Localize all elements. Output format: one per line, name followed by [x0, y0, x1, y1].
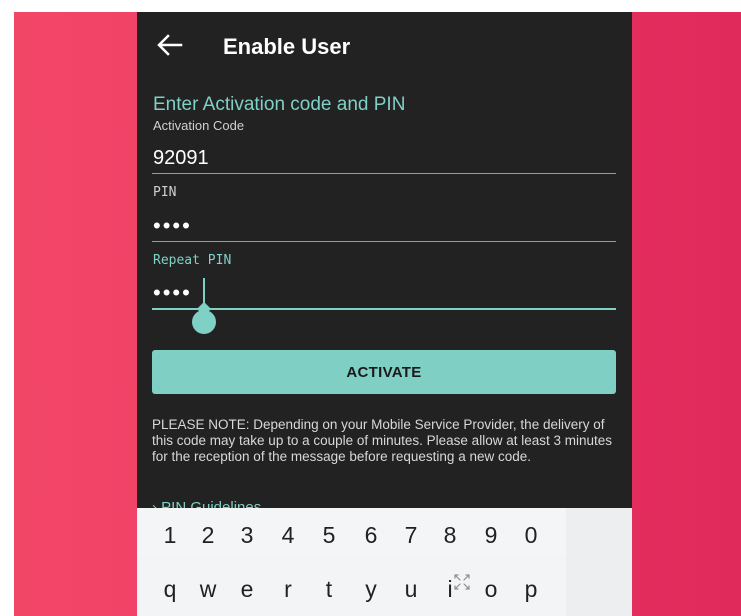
key-9[interactable]: 9: [476, 522, 506, 548]
pin-masked-value: ••••: [153, 213, 192, 238]
key-u[interactable]: u: [396, 576, 426, 602]
repeat-pin-label: Repeat PIN: [153, 253, 232, 268]
repeat-pin-underline: [152, 308, 616, 310]
key-e[interactable]: e: [232, 576, 262, 602]
key-7[interactable]: 7: [396, 522, 426, 548]
key-o[interactable]: o: [476, 576, 506, 602]
key-t[interactable]: t: [314, 576, 344, 602]
pin-underline: [152, 241, 616, 242]
key-1[interactable]: 1: [155, 522, 185, 548]
on-screen-keyboard: 1 2 3 4 5 6 7 8 9 0 q w e r t y u i o p: [137, 508, 632, 616]
expand-arrows-icon[interactable]: [452, 572, 472, 592]
activation-code-value: 92091: [153, 147, 209, 169]
cursor-handle[interactable]: [192, 310, 216, 334]
key-4[interactable]: 4: [273, 522, 303, 548]
key-p[interactable]: p: [516, 576, 546, 602]
page-title: Enable User: [223, 34, 351, 59]
delivery-note: PLEASE NOTE: Depending on your Mobile Se…: [152, 417, 613, 464]
pin-input[interactable]: [152, 202, 616, 242]
activation-code-label: Activation Code: [153, 118, 245, 133]
key-0[interactable]: 0: [516, 522, 546, 548]
repeat-pin-input[interactable]: [152, 270, 616, 310]
activate-button[interactable]: ACTIVATE: [152, 350, 616, 394]
back-arrow-icon[interactable]: [155, 30, 185, 60]
screen: Enable User Enter Activation code and PI…: [0, 0, 741, 616]
key-r[interactable]: r: [273, 576, 303, 602]
key-q[interactable]: q: [155, 576, 185, 602]
key-2[interactable]: 2: [193, 522, 223, 548]
activation-code-input[interactable]: [152, 134, 616, 176]
keyboard-side-panel: [566, 508, 632, 616]
activation-code-underline: [152, 173, 616, 174]
pin-label: PIN: [153, 185, 177, 200]
key-y[interactable]: y: [356, 576, 386, 602]
key-6[interactable]: 6: [356, 522, 386, 548]
form-heading: Enter Activation code and PIN: [153, 94, 406, 115]
key-8[interactable]: 8: [435, 522, 465, 548]
key-3[interactable]: 3: [232, 522, 262, 548]
key-5[interactable]: 5: [314, 522, 344, 548]
repeat-pin-masked-value: ••••: [153, 280, 192, 305]
app-bar: Enable User: [137, 12, 632, 80]
key-w[interactable]: w: [193, 576, 223, 602]
